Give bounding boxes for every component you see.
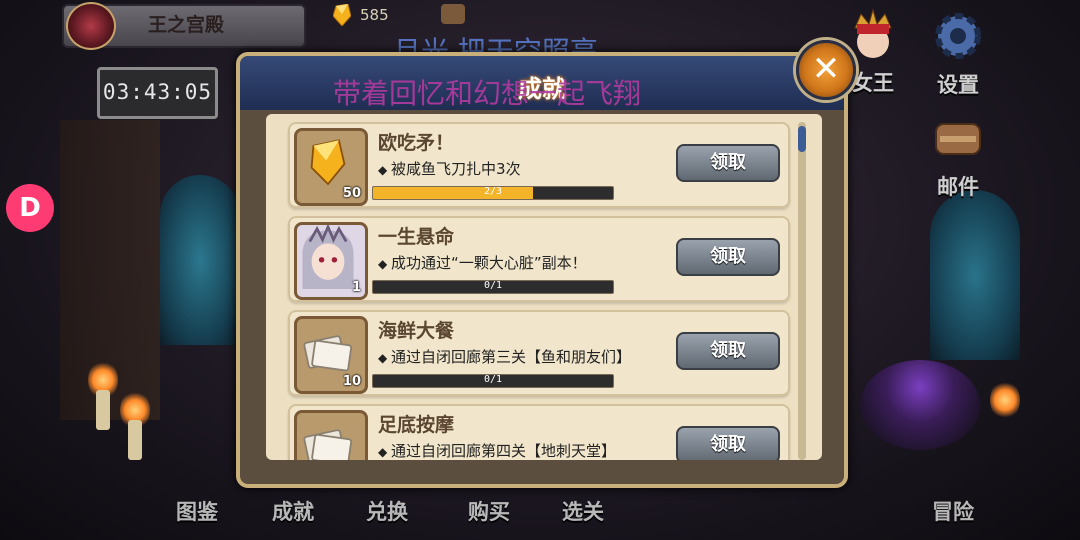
gem-count: 585 — [360, 6, 389, 24]
bottom-tab-adventure[interactable]: 冒险 — [932, 496, 974, 526]
progress-bar: 2/3 — [372, 186, 614, 200]
achievement-item: 10 海鲜大餐 通过自闭回廊第三关【鱼和朋友们】 0/1 领取 — [288, 310, 790, 396]
bottom-tab-exchange[interactable]: 兑换 — [366, 496, 408, 526]
camera-icon[interactable] — [441, 4, 465, 24]
stained-window-right — [930, 190, 1020, 360]
claim-button[interactable]: 领取 — [676, 426, 780, 460]
reward-thumbnail — [294, 410, 368, 460]
reward-count: 1 — [351, 280, 361, 295]
progress-text: 0/1 — [483, 280, 503, 291]
close-icon[interactable]: ✕ — [796, 40, 856, 100]
settings-label: 设置 — [937, 73, 979, 97]
achievement-item: 1 一生悬命 成功通过“一颗大心脏”副本！ 0/1 领取 — [288, 216, 790, 302]
crest-icon — [66, 2, 116, 50]
claim-button[interactable]: 领取 — [676, 332, 780, 370]
list-scrollbar[interactable] — [798, 122, 806, 460]
achievement-desc: 通过自闭回廊第三关【鱼和朋友们】 — [378, 346, 631, 367]
mail-button[interactable]: 邮件 — [926, 110, 990, 201]
achievement-title: 足底按摩 — [378, 414, 455, 436]
reward-thumbnail: 10 — [294, 316, 368, 394]
cauldron — [860, 360, 980, 450]
reward-thumbnail: 50 — [294, 128, 368, 206]
mail-label: 邮件 — [937, 175, 979, 199]
overlay-app-icon[interactable]: D — [6, 184, 54, 232]
bottom-tab-stage-select[interactable]: 选关 — [562, 496, 604, 526]
claim-button[interactable]: 领取 — [676, 238, 780, 276]
mailbox-icon — [935, 123, 981, 155]
achievement-title: 一生悬命 — [378, 226, 455, 248]
bottom-tab-achievements[interactable]: 成就 — [272, 496, 314, 526]
gem-icon — [333, 4, 351, 26]
lyric-line-2: 带着回忆和幻想一起飞翔 — [333, 77, 642, 110]
achievement-item: 50 欧吃矛！ 被咸鱼飞刀扎中3次 2/3 领取 — [288, 122, 790, 208]
settings-button[interactable]: 设置 — [926, 8, 990, 99]
claim-button[interactable]: 领取 — [676, 144, 780, 182]
progress-bar: 0/1 — [372, 280, 614, 294]
reward-count: 10 — [342, 374, 361, 389]
reward-count: 50 — [342, 186, 361, 201]
location-name: 王之宫殿 — [148, 14, 225, 36]
gear-icon — [935, 13, 981, 59]
progress-text: 2/3 — [483, 186, 503, 197]
achievement-desc: 被咸鱼飞刀扎中3次 — [378, 158, 521, 179]
queen-portrait-icon — [854, 8, 892, 58]
candle — [96, 390, 110, 430]
bottom-tab-codex[interactable]: 图鉴 — [176, 496, 218, 526]
scroll-thumb[interactable] — [798, 126, 806, 152]
achievement-item: 足底按摩 通过自闭回廊第四关【地刺天堂】 领取 — [288, 404, 790, 460]
stained-window-left — [160, 175, 240, 345]
progress-text: 0/1 — [483, 374, 503, 385]
bottom-tab-shop[interactable]: 购买 — [468, 496, 510, 526]
achievement-list[interactable]: 50 欧吃矛！ 被咸鱼飞刀扎中3次 2/3 领取 1 — [266, 114, 822, 460]
reward-thumbnail: 1 — [294, 222, 368, 300]
candle-flame — [990, 380, 1020, 420]
candle — [128, 420, 142, 460]
progress-bar: 0/1 — [372, 374, 614, 388]
achievement-title: 海鲜大餐 — [378, 320, 455, 342]
achievement-desc: 通过自闭回廊第四关【地刺天堂】 — [378, 440, 616, 460]
countdown-timer: 03:43:05 — [97, 67, 218, 119]
achievement-dialog: 成就 50 欧吃矛！ 被咸鱼飞刀扎中3次 2/3 领取 — [236, 52, 848, 488]
achievement-desc: 成功通过“一颗大心脏”副本！ — [378, 252, 587, 273]
ticket-icon — [303, 429, 353, 460]
achievement-title: 欧吃矛！ — [378, 132, 455, 154]
character-portrait-icon — [302, 225, 354, 289]
